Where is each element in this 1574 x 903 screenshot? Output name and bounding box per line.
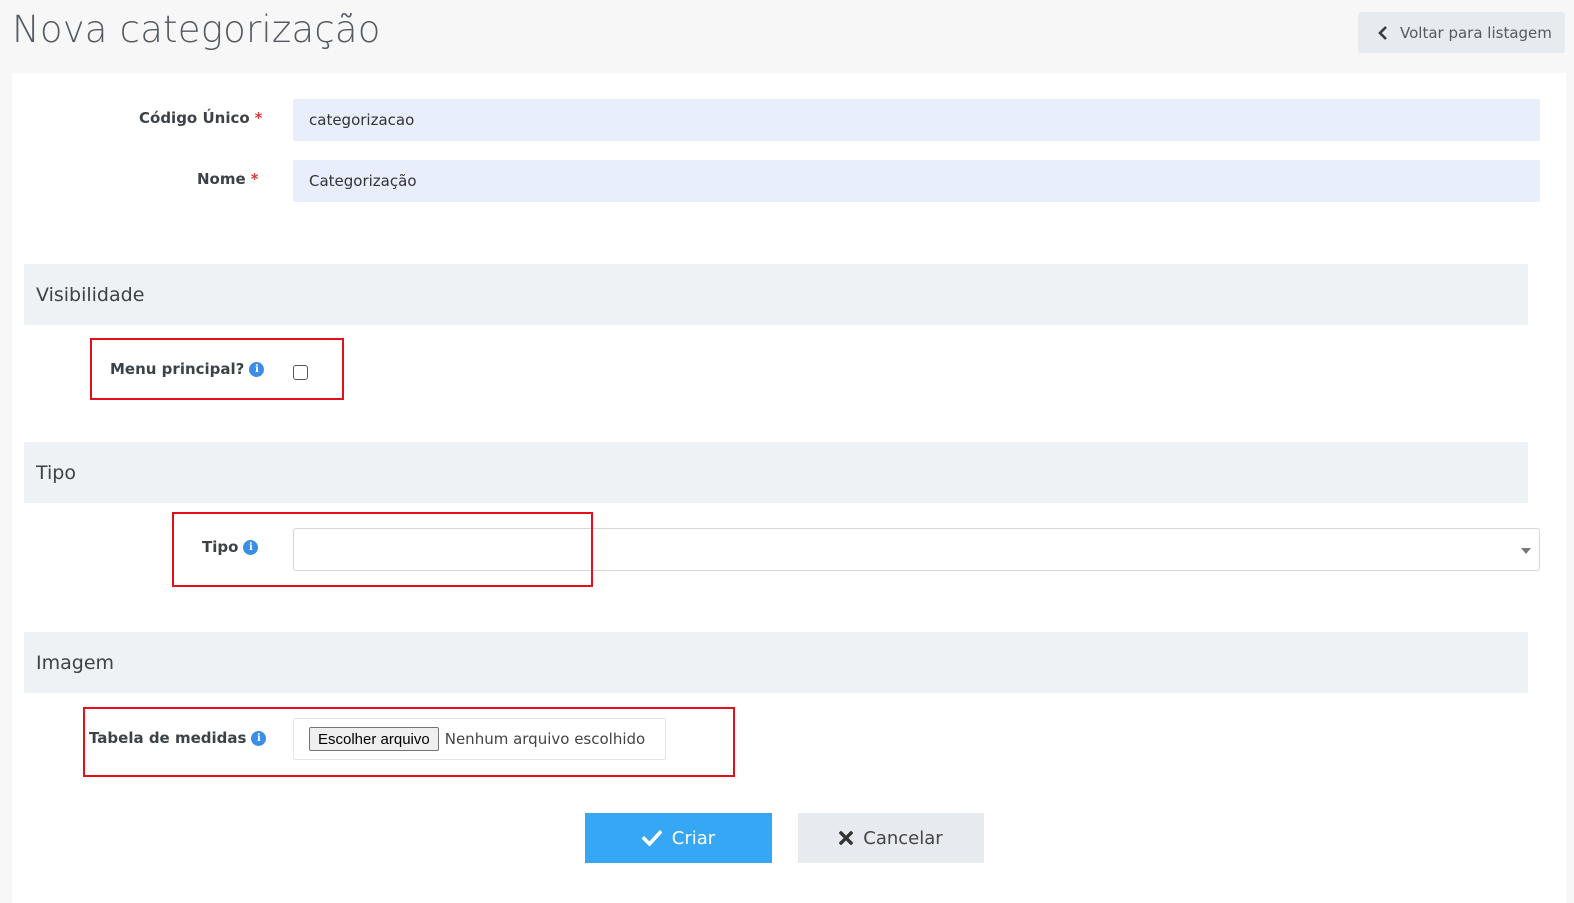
back-button-label: Voltar para listagem [1400,23,1552,42]
back-to-list-button[interactable]: Voltar para listagem [1358,12,1565,53]
nome-input-value: Categorização [309,172,417,190]
codigo-label: Código Único * [139,109,263,127]
create-button[interactable]: Criar [585,813,772,863]
create-button-label: Criar [671,827,716,849]
section-visibilidade: Visibilidade [24,264,1528,325]
section-tipo: Tipo [24,442,1528,503]
section-imagem-title: Imagem [36,651,115,674]
highlight-box-menu-principal [90,338,344,400]
highlight-box-tipo [172,512,593,587]
nome-label-text: Nome [197,170,246,188]
required-mark: * [254,109,263,127]
close-icon [839,831,854,845]
highlight-box-tabela-medidas [83,707,735,777]
section-visibilidade-title: Visibilidade [36,283,145,306]
caret-down-icon [1521,548,1531,554]
codigo-input-value: categorizacao [309,111,415,129]
cancel-button-label: Cancelar [863,827,943,849]
required-mark: * [250,170,259,188]
cancel-button[interactable]: Cancelar [798,813,984,863]
page-title: Nova categorização [12,8,381,51]
section-imagem: Imagem [24,632,1528,693]
check-icon [641,830,662,846]
nome-label: Nome * [197,170,259,188]
chevron-left-icon [1378,25,1388,40]
codigo-input[interactable]: categorizacao [293,99,1540,141]
section-tipo-title: Tipo [36,461,76,484]
codigo-label-text: Código Único [139,109,250,127]
nome-input[interactable]: Categorização [293,160,1540,202]
